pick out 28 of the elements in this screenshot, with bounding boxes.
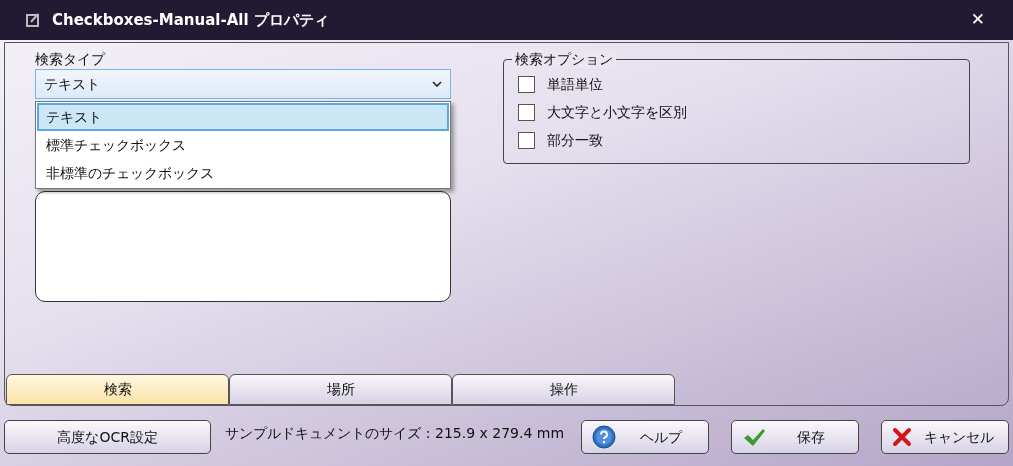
checkbox[interactable] [518, 76, 535, 93]
caret-icon [432, 81, 442, 87]
edit-icon [26, 13, 40, 27]
tab[interactable]: 操作 [452, 374, 675, 405]
group-title: 検索オプション [512, 50, 616, 68]
checkbox[interactable] [518, 132, 535, 149]
save-button[interactable]: 保存 [731, 420, 859, 454]
help-button[interactable]: ヘルプ [581, 420, 709, 454]
close-button[interactable]: ✕ [970, 7, 985, 33]
tab[interactable]: 場所 [229, 374, 452, 405]
tab[interactable]: 検索 [6, 374, 229, 405]
text-area[interactable] [35, 191, 451, 302]
dropdown-option[interactable]: 非標準のチェックボックス [37, 159, 449, 187]
help-icon [592, 425, 616, 449]
checkbox-label: 単語単位 [547, 75, 603, 94]
dropdown-option[interactable]: 標準チェックボックス [37, 131, 449, 159]
dropdown-option[interactable]: テキスト [37, 103, 449, 131]
checkbox[interactable] [518, 104, 535, 121]
checkbox-label: 部分一致 [547, 131, 603, 150]
field-label: 検索タイプ [35, 50, 107, 69]
window-title: Checkboxes-Manual-All プロパティ [52, 9, 330, 31]
cross-icon [892, 427, 912, 447]
ocr-settings-button[interactable]: 高度なOCR設定 [4, 420, 212, 454]
sample-size-text: サンプルドキュメントのサイズ : 215.9 x 279.4 mm [225, 423, 566, 443]
checkbox-label: 大文字と小文字を区別 [547, 103, 687, 122]
search-type-dropdown[interactable]: テキスト [35, 69, 451, 99]
cancel-button[interactable]: キャンセル [881, 420, 1009, 454]
checkmark-icon [742, 427, 766, 447]
